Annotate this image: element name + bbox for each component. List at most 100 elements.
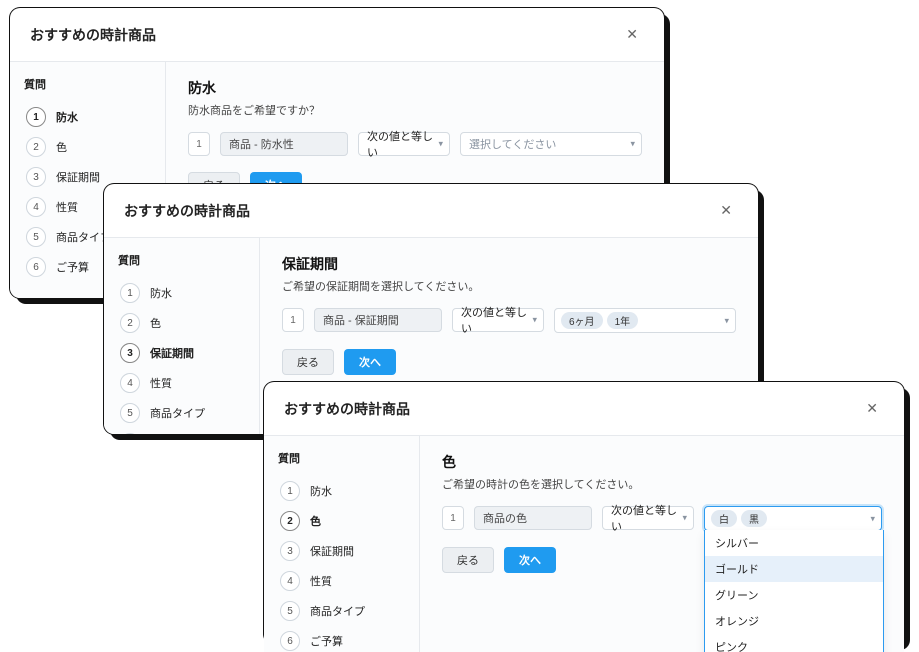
chevron-down-icon: ▾	[870, 513, 875, 524]
sidebar-item-waterproof[interactable]: 1防水	[24, 102, 155, 132]
field-select[interactable]: 商品 - 保証期間	[314, 308, 442, 332]
field-select[interactable]: 商品の色	[474, 506, 592, 530]
back-button[interactable]: 戻る	[282, 349, 334, 375]
step-label: 色	[310, 513, 321, 529]
sidebar-heading: 質問	[118, 252, 249, 268]
close-icon[interactable]: ✕	[714, 200, 738, 221]
sidebar-item-nature[interactable]: 4性質	[118, 368, 249, 398]
question-title: 色	[442, 452, 882, 472]
field-select-value: 商品の色	[483, 510, 527, 526]
operator-select[interactable]: 次の値と等しい▾	[602, 506, 694, 530]
sidebar-item-warranty[interactable]: 3 保証期間	[278, 536, 409, 566]
dialog-title: おすすめの時計商品	[284, 399, 410, 419]
step-label: 色	[56, 139, 67, 155]
dropdown-option[interactable]: オレンジ	[705, 608, 883, 634]
field-select-value: 商品 - 保証期間	[323, 312, 399, 328]
operator-select-value: 次の値と等しい	[367, 128, 441, 160]
dropdown-option[interactable]: シルバー	[705, 530, 883, 556]
dialog-header: おすすめの時計商品 ✕	[264, 382, 904, 436]
condition-row: 1 商品 - 防水性 次の値と等しい▾ 選択してください ▾	[188, 132, 642, 156]
dialog-title: おすすめの時計商品	[124, 201, 250, 221]
field-select[interactable]: 商品 - 防水性	[220, 132, 348, 156]
condition-row: 1 商品の色 次の値と等しい▾ 白 黒 ▾ シルバー ゴールド グリーン	[442, 506, 882, 531]
question-sidebar: 質問 1 防水 2色 3 保証期間 4 性質 5 商品タイプ 6ご予算	[264, 436, 420, 652]
next-button[interactable]: 次へ	[344, 349, 396, 375]
step-label: 商品タイプ	[310, 603, 365, 619]
step-label: 保証期間	[150, 345, 194, 361]
close-icon[interactable]: ✕	[620, 24, 644, 45]
sidebar-heading: 質問	[278, 450, 409, 466]
sidebar-item-budget[interactable]: 6ご予算	[278, 626, 409, 652]
question-sidebar: 質問 1 防水 2色 3 保証期間 4性質 5 商品タイプ 6ご予算	[104, 238, 260, 434]
question-title: 保証期間	[282, 254, 736, 274]
dialog-title: おすすめの時計商品	[30, 25, 156, 45]
sidebar-item-waterproof[interactable]: 1 防水	[278, 476, 409, 506]
sidebar-item-color[interactable]: 2色	[278, 506, 409, 536]
operator-select[interactable]: 次の値と等しい▾	[452, 308, 544, 332]
step-number: 4	[280, 571, 300, 591]
question-subtitle: ご希望の時計の色を選択してください。	[442, 476, 882, 492]
value-select-placeholder: 選択してください	[469, 136, 556, 152]
value-multiselect[interactable]: 白 黒 ▾	[704, 506, 882, 531]
value-dropdown[interactable]: シルバー ゴールド グリーン オレンジ ピンク ブルー レッド	[704, 530, 884, 652]
sidebar-item-product-type[interactable]: 5 商品タイプ	[278, 596, 409, 626]
close-icon[interactable]: ✕	[860, 398, 884, 419]
step-number: 1	[120, 283, 140, 303]
chevron-down-icon: ▾	[630, 139, 635, 150]
value-select[interactable]: 選択してください ▾	[460, 132, 642, 156]
selected-pill[interactable]: 黒	[741, 510, 767, 527]
step-number: 5	[280, 601, 300, 621]
step-label: 色	[150, 315, 161, 331]
dialog-header: おすすめの時計商品 ✕	[10, 8, 664, 62]
step-number: 5	[26, 227, 46, 247]
question-main: 色 ご希望の時計の色を選択してください。 1 商品の色 次の値と等しい▾ 白 黒…	[420, 436, 904, 652]
value-multiselect[interactable]: 6ヶ月 1年 ▾	[554, 308, 736, 333]
step-label: 保証期間	[310, 543, 354, 559]
step-label: 性質	[150, 375, 172, 391]
sidebar-item-nature[interactable]: 4 性質	[278, 566, 409, 596]
step-label: 保証期間	[56, 169, 100, 185]
step-number: 2	[120, 313, 140, 333]
step-label: 防水	[150, 285, 172, 301]
step-label: 商品タイプ	[56, 229, 111, 245]
chevron-down-icon: ▾	[724, 315, 729, 326]
next-button[interactable]: 次へ	[504, 547, 556, 573]
field-select-value: 商品 - 防水性	[229, 136, 294, 152]
condition-index: 1	[188, 132, 210, 156]
dropdown-option[interactable]: グリーン	[705, 582, 883, 608]
step-number: 5	[120, 403, 140, 423]
step-number: 6	[120, 433, 140, 434]
step-label: 性質	[56, 199, 78, 215]
step-label: ご予算	[56, 259, 89, 275]
dropdown-option[interactable]: ゴールド	[705, 556, 883, 582]
step-number: 2	[280, 511, 300, 531]
selected-pill[interactable]: 1年	[607, 312, 639, 329]
sidebar-item-product-type[interactable]: 5 商品タイプ	[118, 398, 249, 428]
step-number: 3	[26, 167, 46, 187]
step-number: 6	[280, 631, 300, 651]
condition-index: 1	[442, 506, 464, 530]
selected-pill[interactable]: 6ヶ月	[561, 312, 603, 329]
question-title: 防水	[188, 78, 642, 98]
step-number: 3	[120, 343, 140, 363]
step-number: 1	[280, 481, 300, 501]
sidebar-item-waterproof[interactable]: 1 防水	[118, 278, 249, 308]
question-subtitle: ご希望の保証期間を選択してください。	[282, 278, 736, 294]
dialog-header: おすすめの時計商品 ✕	[104, 184, 758, 238]
step-number: 3	[280, 541, 300, 561]
step-label: 商品タイプ	[150, 405, 205, 421]
selected-pill[interactable]: 白	[711, 510, 737, 527]
sidebar-item-color[interactable]: 2色	[118, 308, 249, 338]
condition-index: 1	[282, 308, 304, 332]
step-label: 防水	[310, 483, 332, 499]
sidebar-heading: 質問	[24, 76, 155, 92]
sidebar-item-color[interactable]: 2色	[24, 132, 155, 162]
operator-select[interactable]: 次の値と等しい▾	[358, 132, 450, 156]
back-button[interactable]: 戻る	[442, 547, 494, 573]
operator-select-value: 次の値と等しい	[611, 502, 685, 534]
step-number: 4	[26, 197, 46, 217]
sidebar-item-budget[interactable]: 6ご予算	[118, 428, 249, 434]
sidebar-item-warranty[interactable]: 3 保証期間	[118, 338, 249, 368]
step-label: 性質	[310, 573, 332, 589]
dropdown-option[interactable]: ピンク	[705, 634, 883, 652]
